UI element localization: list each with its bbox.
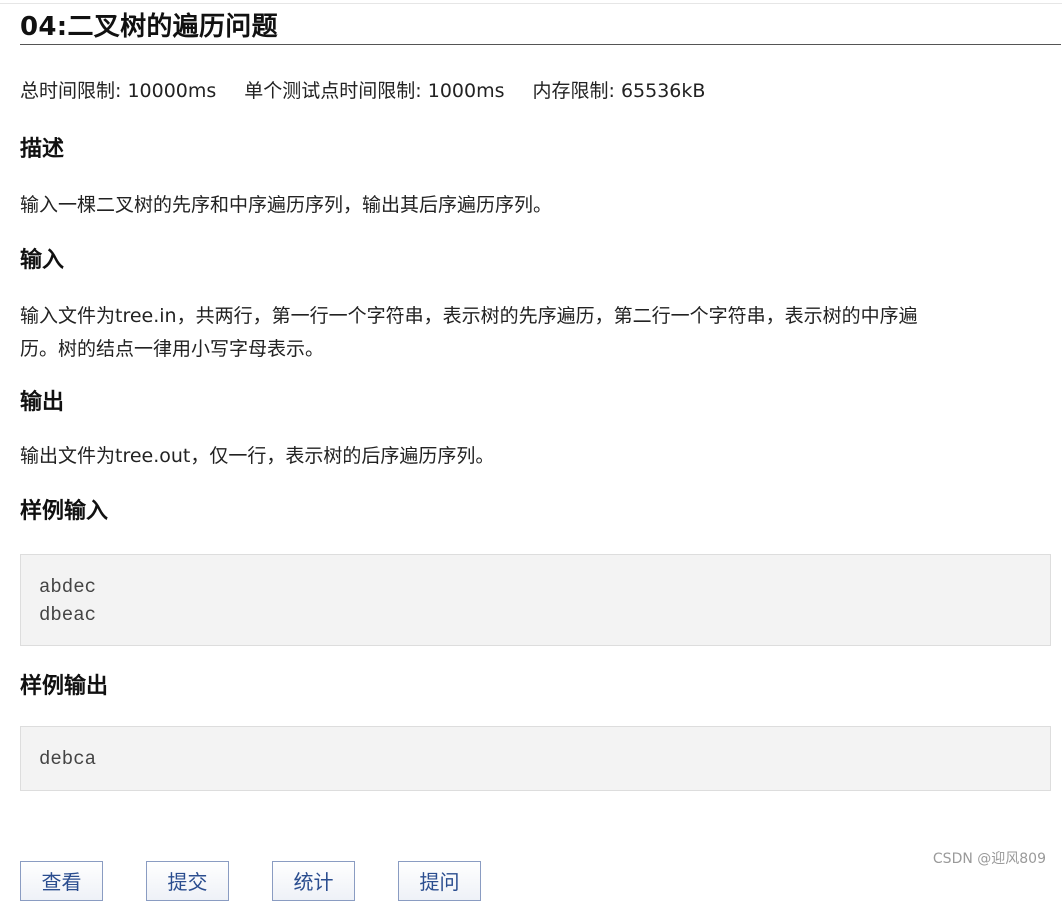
input-text-line-2: 历。树的结点一律用小写字母表示。 (20, 338, 325, 360)
submit-button[interactable]: 提交 (146, 861, 229, 901)
action-button-row: 查看 提交 统计 提问 (20, 861, 524, 901)
sample-output-line: debca (39, 748, 97, 770)
sample-input-line: abdec (39, 576, 97, 598)
memory-limit: 内存限制: 65536kB (532, 80, 706, 102)
sample-input-box: abdec dbeac (20, 554, 1051, 646)
csdn-watermark: CSDN @迎风809 (932, 851, 1046, 867)
description-text: 输入一棵二叉树的先序和中序遍历序列，输出其后序遍历序列。 (20, 194, 553, 216)
ask-question-button[interactable]: 提问 (398, 861, 481, 901)
sample-input-heading: 样例输入 (20, 499, 109, 524)
total-time-limit: 总时间限制: 10000ms (20, 80, 217, 102)
statistics-button[interactable]: 统计 (272, 861, 355, 901)
problem-page: 04:二叉树的遍历问题 总时间限制: 10000ms 单个测试点时间限制: 100… (20, 0, 1061, 791)
sample-output-heading: 样例输出 (20, 674, 109, 699)
input-text: 输入文件为tree.in，共两行，第一行一个字符串，表示树的先序遍历，第二行一个… (20, 300, 1061, 366)
sample-input-line: dbeac (39, 604, 97, 626)
single-test-time-limit: 单个测试点时间限制: 1000ms (244, 80, 505, 102)
description-heading: 描述 (20, 137, 65, 162)
input-text-line-1: 输入文件为tree.in，共两行，第一行一个字符串，表示树的先序遍历，第二行一个… (20, 305, 918, 327)
sample-output-box: debca (20, 726, 1051, 791)
limits-bar: 总时间限制: 10000ms 单个测试点时间限制: 1000ms 内存限制: 655… (20, 77, 1061, 105)
output-text: 输出文件为tree.out，仅一行，表示树的后序遍历序列。 (20, 445, 495, 467)
problem-title: 04:二叉树的遍历问题 (20, 0, 1061, 45)
output-heading: 输出 (20, 390, 65, 415)
view-button[interactable]: 查看 (20, 861, 103, 901)
input-heading: 输入 (20, 248, 65, 273)
